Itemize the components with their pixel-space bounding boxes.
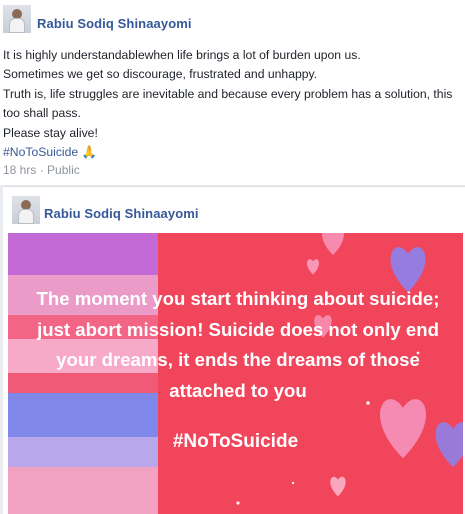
post-timestamp[interactable]: 18 hrs xyxy=(3,163,36,177)
post-hashtag-line: #NoToSuicide 🙏 xyxy=(3,143,461,162)
post-body: It is highly understandablewhen life bri… xyxy=(3,46,461,162)
heart-icon xyxy=(330,476,346,497)
shared-author-name-link[interactable]: Rabiu Sodiq Shinaayomi xyxy=(44,206,199,221)
post-line-4: Please stay alive! xyxy=(3,125,98,140)
avatar-body xyxy=(18,209,34,224)
folded-hands-emoji: 🙏 xyxy=(81,145,97,160)
shared-post-card: Rabiu Sodiq Shinaayomi The moment you st… xyxy=(3,186,465,514)
post-line-3: Truth is, life struggles are inevitable … xyxy=(3,86,453,121)
quote-text: The moment you start thinking about suic… xyxy=(36,288,440,401)
author-avatar[interactable] xyxy=(3,5,31,33)
shared-author-avatar[interactable] xyxy=(12,196,40,224)
heart-icon xyxy=(322,233,344,255)
hashtag-link[interactable]: #NoToSuicide xyxy=(3,145,78,159)
image-hashtag: #NoToSuicide xyxy=(172,431,299,452)
avatar-body xyxy=(9,18,25,33)
post-meta: 18 hrs · Public xyxy=(3,163,80,177)
post-line-2: Sometimes we get so discourage, frustrat… xyxy=(3,67,318,82)
privacy-label: Public xyxy=(47,163,80,177)
author-name-link[interactable]: Rabiu Sodiq Shinaayomi xyxy=(37,16,192,31)
facebook-post: Rabiu Sodiq Shinaayomi It is highly unde… xyxy=(0,0,465,185)
heart-icon xyxy=(306,259,320,275)
meta-separator: · xyxy=(39,163,44,177)
post-line-1: It is highly understandablewhen life bri… xyxy=(3,48,361,62)
quote-image[interactable]: The moment you start thinking about suic… xyxy=(8,233,463,514)
